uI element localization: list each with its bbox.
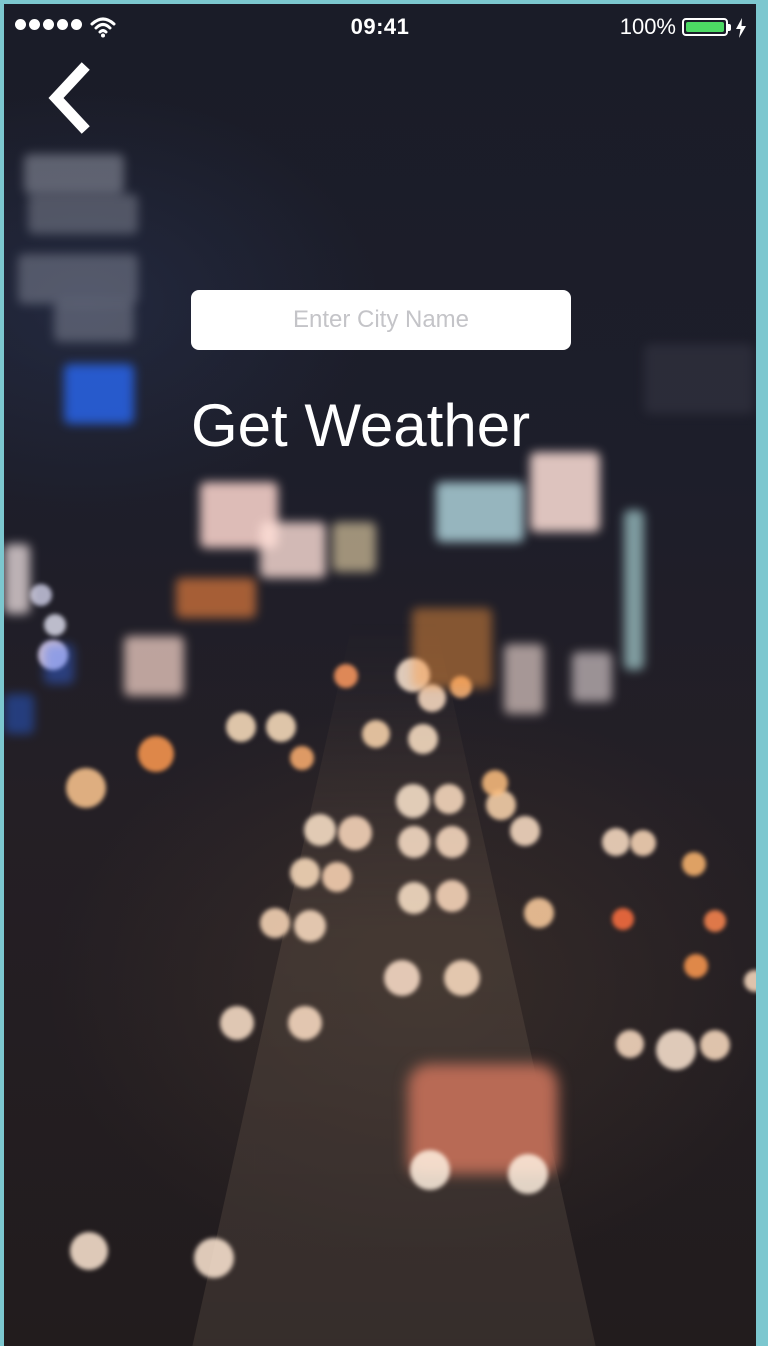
bg-bokeh-light	[482, 770, 508, 796]
bg-bokeh-light	[288, 1006, 322, 1040]
bg-building-light	[412, 608, 492, 688]
bg-bokeh-light	[290, 746, 314, 770]
battery-icon	[682, 18, 728, 36]
bg-bokeh-light	[444, 960, 480, 996]
battery-percent: 100%	[619, 14, 676, 39]
status-bar: 09:41 100%	[4, 4, 756, 48]
bg-bokeh-light	[290, 858, 320, 888]
bg-bokeh-light	[30, 584, 52, 606]
back-button[interactable]	[42, 62, 98, 134]
bg-bokeh-light	[266, 712, 296, 742]
battery-tip	[728, 24, 731, 31]
bg-bokeh-light	[682, 852, 706, 876]
bg-bokeh-light	[384, 960, 420, 996]
bg-bokeh-light	[434, 784, 464, 814]
bg-building-light	[644, 344, 754, 414]
app-screen: 09:41 100% Get Weather	[4, 4, 756, 1346]
bg-bokeh-light	[616, 1030, 644, 1058]
bg-bokeh-light	[398, 826, 430, 858]
bg-building-light	[4, 694, 34, 734]
bg-bokeh-light	[700, 1030, 730, 1060]
bg-building-light	[18, 254, 138, 304]
bg-building-light	[64, 364, 134, 424]
bg-bokeh-light	[436, 826, 468, 858]
city-name-input[interactable]	[191, 290, 571, 350]
bg-bokeh-light	[396, 784, 430, 818]
bg-building-light	[332, 522, 376, 572]
bg-bokeh-light	[220, 1006, 254, 1040]
bg-bokeh-light	[338, 816, 372, 850]
bg-building-light	[624, 510, 644, 670]
bg-bokeh-light	[418, 684, 446, 712]
bg-building-light	[4, 544, 30, 614]
charging-bolt-icon	[736, 18, 746, 38]
bg-bokeh-light	[260, 908, 290, 938]
chevron-left-icon	[48, 62, 90, 134]
bg-bokeh-light	[436, 880, 468, 912]
bg-bokeh-light	[362, 720, 390, 748]
bg-bokeh-light	[630, 830, 656, 856]
bg-bokeh-light	[66, 768, 106, 808]
bg-bokeh-light	[508, 1154, 548, 1194]
battery-level	[686, 22, 724, 32]
bg-bokeh-light	[704, 910, 726, 932]
bg-bokeh-light	[612, 908, 634, 930]
bg-bokeh-light	[744, 970, 756, 992]
background-image	[4, 4, 756, 1346]
bg-building-light	[572, 652, 612, 702]
bg-bokeh-light	[524, 898, 554, 928]
bg-building-light	[28, 194, 138, 234]
bg-building-light	[260, 522, 326, 578]
bg-bokeh-light	[138, 736, 174, 772]
bg-building-light	[24, 154, 124, 194]
bg-bokeh-light	[510, 816, 540, 846]
bg-bokeh-light	[294, 910, 326, 942]
bg-building-light	[176, 578, 256, 618]
get-weather-button[interactable]: Get Weather	[191, 386, 591, 466]
bg-building-light	[436, 482, 524, 542]
bg-bokeh-light	[226, 712, 256, 742]
bg-bokeh-light	[304, 814, 336, 846]
bg-bokeh-light	[656, 1030, 696, 1070]
bg-bokeh-light	[410, 1150, 450, 1190]
bg-bokeh-light	[398, 882, 430, 914]
bg-bokeh-light	[194, 1238, 234, 1278]
bg-building-light	[124, 636, 184, 696]
bg-bokeh-light	[44, 614, 66, 636]
bg-bokeh-light	[322, 862, 352, 892]
bg-building-light	[54, 302, 134, 342]
bg-bokeh-light	[70, 1232, 108, 1270]
bg-building-light	[504, 644, 544, 714]
bg-bokeh-light	[602, 828, 630, 856]
bg-bokeh-light	[684, 954, 708, 978]
bg-bokeh-light	[408, 724, 438, 754]
bg-bokeh-light	[334, 664, 358, 688]
bg-building-light	[44, 644, 74, 684]
